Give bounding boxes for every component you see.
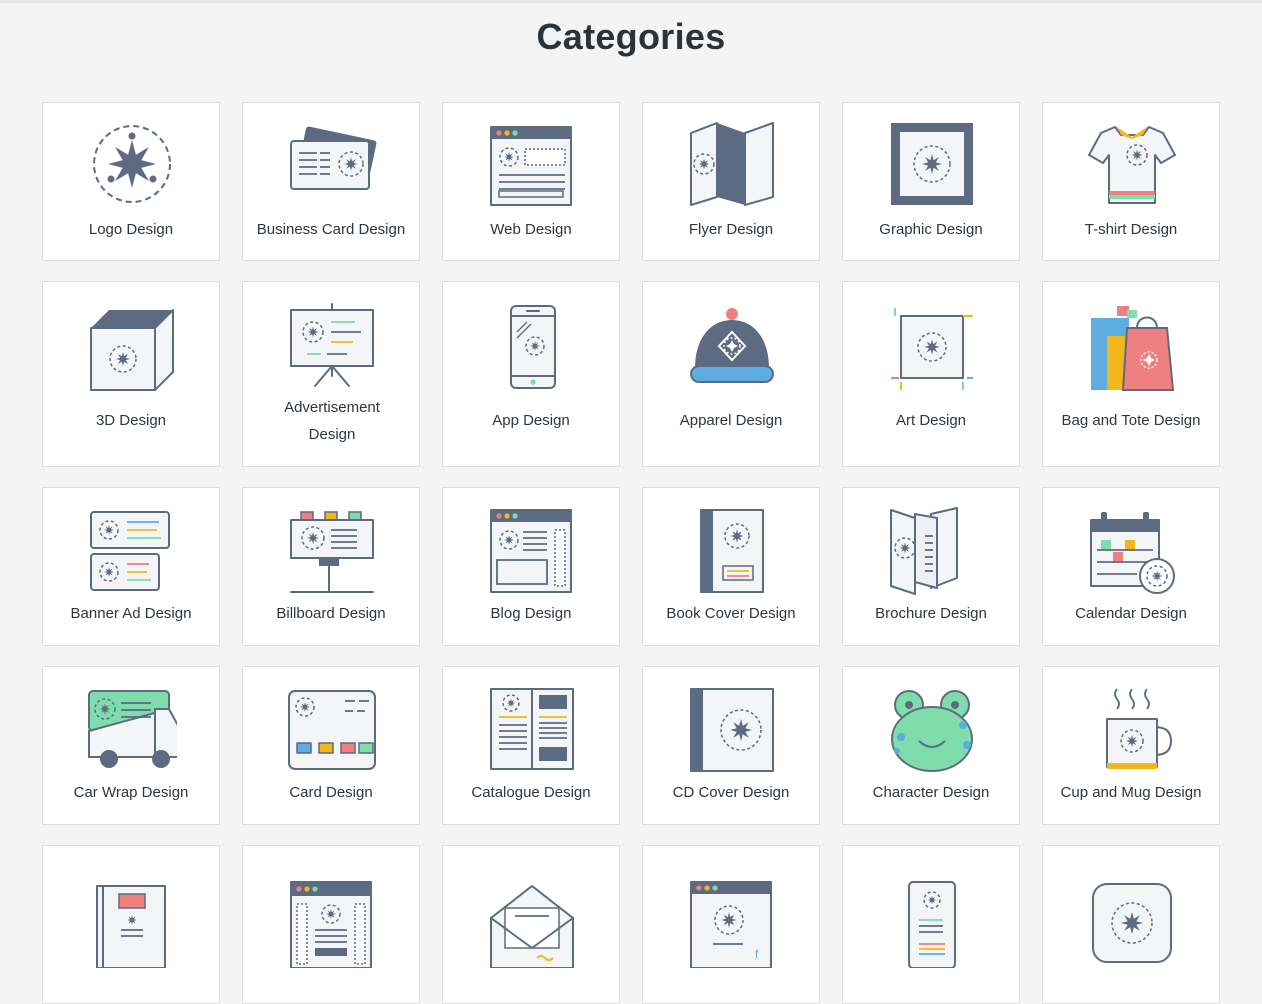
category-label: T-shirt Design [1084,221,1178,238]
category-label: Advertisement Design [284,399,380,443]
category-card-app-design[interactable]: App Design [442,281,620,467]
billboard-icon [287,506,377,596]
category-card-item-30[interactable] [1042,845,1220,1004]
category-label: 3D Design [95,412,167,429]
category-label: Web Design [490,221,572,238]
envelope-icon [487,878,577,968]
category-card-card-design[interactable]: Card Design [242,666,420,825]
category-card-business-card-design[interactable]: Business Card Design [242,102,420,261]
mug-icon [1087,685,1177,775]
book-cover-red-icon [87,878,177,968]
category-label: Cup and Mug Design [1060,784,1202,801]
category-card-web-design[interactable]: Web Design [442,102,620,261]
category-card-banner-ad-design[interactable]: Banner Ad Design [42,487,220,646]
card-icon [287,685,377,775]
category-card-t-shirt-design[interactable]: T-shirt Design [1042,102,1220,261]
category-card-item-29[interactable] [842,845,1020,1004]
category-card-character-design[interactable]: Character Design [842,666,1020,825]
browser-page-icon [287,878,377,968]
blog-icon [487,506,577,596]
easel-icon [287,302,377,392]
category-label: Car Wrap Design [73,784,189,801]
catalogue-icon [487,685,577,775]
category-card-3d-design[interactable]: 3D Design [42,281,220,467]
page-title: Categories [536,16,726,57]
category-card-cd-cover-design[interactable]: CD Cover Design [642,666,820,825]
category-label: Flyer Design [688,221,774,238]
category-label: Billboard Design [276,605,386,622]
tall-card-icon [887,878,977,968]
category-label: Card Design [289,784,373,801]
top-border [0,0,1262,3]
tshirt-icon [1087,119,1177,209]
category-card-catalogue-design[interactable]: Catalogue Design [442,666,620,825]
beanie-icon [687,302,777,392]
logo-icon [87,119,177,209]
category-label: Catalogue Design [471,784,591,801]
brochure-icon [887,506,977,596]
category-card-item-25[interactable] [42,845,220,1004]
category-label: CD Cover Design [672,784,790,801]
category-card-calendar-design[interactable]: Calendar Design [1042,487,1220,646]
business-card-icon [287,119,377,209]
category-card-item-27[interactable] [442,845,620,1004]
category-card-item-26[interactable] [242,845,420,1004]
shopping-bags-icon [1087,302,1177,392]
truck-icon [87,685,177,775]
frog-character-icon [887,685,977,775]
category-label: Calendar Design [1075,605,1187,622]
category-card-blog-design[interactable]: Blog Design [442,487,620,646]
category-card-logo-design[interactable]: Logo Design [42,102,220,261]
category-card-billboard-design[interactable]: Billboard Design [242,487,420,646]
category-card-book-cover-design[interactable]: Book Cover Design [642,487,820,646]
category-label: Business Card Design [256,221,406,238]
category-label: Art Design [895,412,967,429]
category-label: Bag and Tote Design [1061,412,1201,429]
flyer-icon [687,119,777,209]
cube-icon [87,302,177,392]
app-icon [1087,878,1177,968]
category-card-cup-and-mug-design[interactable]: Cup and Mug Design [1042,666,1220,825]
social-page-icon: f [687,878,777,968]
category-label: Banner Ad Design [70,605,192,622]
category-card-brochure-design[interactable]: Brochure Design [842,487,1020,646]
category-card-car-wrap-design[interactable]: Car Wrap Design [42,666,220,825]
category-card-flyer-design[interactable]: Flyer Design [642,102,820,261]
category-label: Brochure Design [875,605,987,622]
graphic-icon [887,119,977,209]
category-card-bag-and-tote-design[interactable]: Bag and Tote Design [1042,281,1220,467]
phone-icon [487,302,577,392]
category-label: Character Design [872,784,990,801]
banner-icon [87,506,177,596]
art-frame-icon [887,302,977,392]
category-label: Graphic Design [879,221,983,238]
category-label: App Design [492,412,570,429]
category-card-item-28[interactable]: f [642,845,820,1004]
category-card-art-design[interactable]: Art Design [842,281,1020,467]
category-label: Blog Design [490,605,572,622]
book-icon [687,506,777,596]
category-card-graphic-design[interactable]: Graphic Design [842,102,1020,261]
category-card-advertisement-design[interactable]: Advertisement Design [242,281,420,467]
calendar-icon [1087,506,1177,596]
cd-cover-icon [687,685,777,775]
category-card-apparel-design[interactable]: Apparel Design [642,281,820,467]
web-icon [487,119,577,209]
category-label: Logo Design [88,221,174,238]
category-label: Apparel Design [679,412,783,429]
category-label: Book Cover Design [666,605,796,622]
